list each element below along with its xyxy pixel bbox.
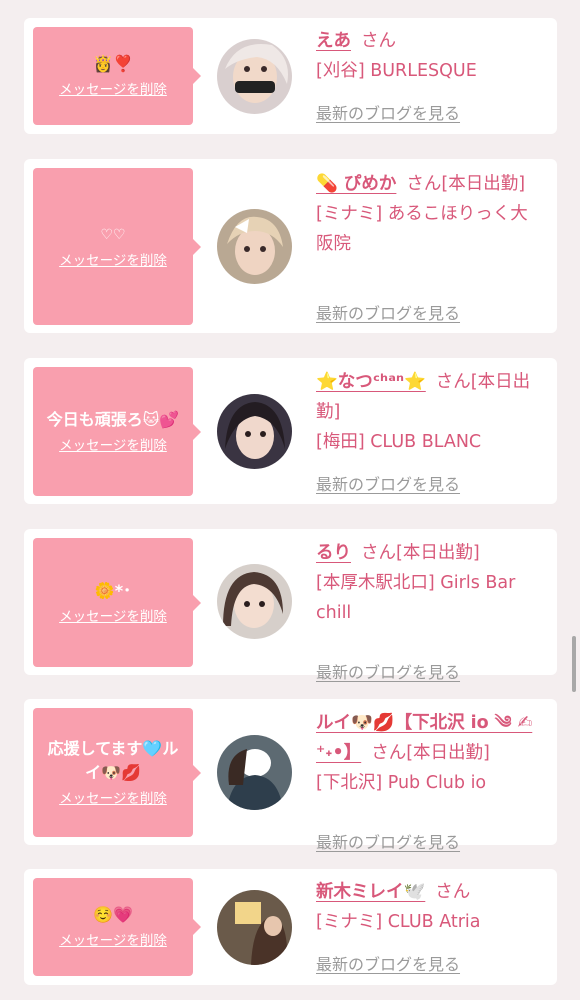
latest-blog-link[interactable]: 最新のブログを見る (316, 659, 460, 683)
message-text: 応援してます🩵ルイ🐶💋 (47, 738, 179, 782)
shop-name: [ミナミ] CLUB Atria (316, 912, 481, 932)
cast-honorific: さん (361, 31, 396, 51)
avatar-photo (217, 564, 292, 639)
cast-name-link[interactable]: 新木ミレイ🕊️ (316, 882, 425, 902)
avatar-photo (217, 735, 292, 810)
cast-card: 応援してます🩵ルイ🐶💋 メッセージを削除 ルイ🐶💋【下北沢 io ༄ ✍︎⁺˖•… (24, 699, 557, 852)
shop-name: [梅田] CLUB BLANC (316, 432, 482, 452)
message-text: 👸❣️ (93, 54, 133, 73)
delete-message-link[interactable]: メッセージを削除 (59, 80, 167, 100)
avatar-photo (217, 890, 292, 965)
message-bubble: 🌼*･ メッセージを削除 (33, 538, 201, 667)
avatar-photo (217, 39, 292, 114)
cast-honorific: さん[本日出勤] (371, 743, 490, 763)
message-bubble: 👸❣️ メッセージを削除 (33, 27, 201, 125)
cast-card: 今日も頑張ろ🐱💕 メッセージを削除 ⭐️なつᶜʰᵃⁿ⭐️ さん[本日出勤] [梅田… (24, 358, 557, 504)
cast-card: ☺️💗 メッセージを削除 新木ミレイ🕊️ さん [ミナミ] CLUB Atria … (24, 869, 557, 985)
shop-name: [ミナミ] あるこほりっく大阪院 (316, 204, 528, 254)
cast-info: 新木ミレイ🕊️ さん [ミナミ] CLUB Atria (316, 877, 541, 937)
message-text: ♡♡ (100, 226, 126, 243)
cast-info: 💊 ぴめか さん[本日出勤] [ミナミ] あるこほりっく大阪院 (316, 169, 541, 259)
cast-info: ⭐️なつᶜʰᵃⁿ⭐️ さん[本日出勤] [梅田] CLUB BLANC (316, 367, 541, 457)
cast-name-link[interactable]: 💊 ぴめか (316, 174, 396, 194)
delete-message-link[interactable]: メッセージを削除 (59, 251, 167, 271)
avatar-photo (217, 394, 292, 469)
latest-blog-link[interactable]: 最新のブログを見る (316, 471, 460, 495)
cast-card: 👸❣️ メッセージを削除 えあ さん [刈谷] BURLESQUE 最新のブログを… (24, 18, 557, 134)
cast-card: 🌼*･ メッセージを削除 るり さん[本日出勤] [本厚木駅北口] Girls B… (24, 529, 557, 682)
latest-blog-link[interactable]: 最新のブログを見る (316, 829, 460, 853)
shop-name: [刈谷] BURLESQUE (316, 61, 477, 81)
avatar[interactable] (217, 564, 292, 639)
cast-info: ルイ🐶💋【下北沢 io ༄ ✍︎⁺˖•】 さん[本日出勤] [下北沢] Pub C… (316, 708, 541, 798)
message-bubble: 応援してます🩵ルイ🐶💋 メッセージを削除 (33, 708, 201, 837)
cast-name-link[interactable]: えあ (316, 31, 351, 51)
cast-info: るり さん[本日出勤] [本厚木駅北口] Girls Bar chill (316, 538, 541, 628)
avatar-photo (217, 209, 292, 284)
delete-message-link[interactable]: メッセージを削除 (59, 436, 167, 456)
latest-blog-link[interactable]: 最新のブログを見る (316, 951, 460, 975)
message-bubble: 今日も頑張ろ🐱💕 メッセージを削除 (33, 367, 201, 496)
cast-name-link[interactable]: ⭐️なつᶜʰᵃⁿ⭐️ (316, 372, 426, 392)
delete-message-link[interactable]: メッセージを削除 (59, 607, 167, 627)
avatar[interactable] (217, 39, 292, 114)
scrollbar-thumb[interactable] (572, 636, 576, 692)
message-text: 今日も頑張ろ🐱💕 (46, 409, 180, 429)
delete-message-link[interactable]: メッセージを削除 (59, 789, 167, 809)
cast-info: えあ さん [刈谷] BURLESQUE (316, 26, 541, 86)
message-bubble: ♡♡ メッセージを削除 (33, 168, 201, 325)
latest-blog-link[interactable]: 最新のブログを見る (316, 100, 460, 124)
message-text: 🌼*･ (94, 580, 132, 600)
avatar[interactable] (217, 735, 292, 810)
shop-name: [下北沢] Pub Club io (316, 773, 487, 793)
cast-honorific: さん (435, 882, 471, 902)
avatar[interactable] (217, 890, 292, 965)
cast-name-link[interactable]: るり (316, 543, 351, 563)
message-text: ☺️💗 (93, 905, 133, 924)
avatar[interactable] (217, 209, 292, 284)
message-bubble: ☺️💗 メッセージを削除 (33, 878, 201, 976)
cast-honorific: さん[本日出勤] (361, 543, 480, 563)
cast-card: ♡♡ メッセージを削除 💊 ぴめか さん[本日出勤] [ミナミ] あるこほりっく大… (24, 159, 557, 333)
shop-name: [本厚木駅北口] Girls Bar chill (316, 573, 516, 623)
latest-blog-link[interactable]: 最新のブログを見る (316, 300, 460, 324)
avatar[interactable] (217, 394, 292, 469)
cast-honorific: さん[本日出勤] (406, 174, 526, 194)
delete-message-link[interactable]: メッセージを削除 (59, 931, 167, 951)
